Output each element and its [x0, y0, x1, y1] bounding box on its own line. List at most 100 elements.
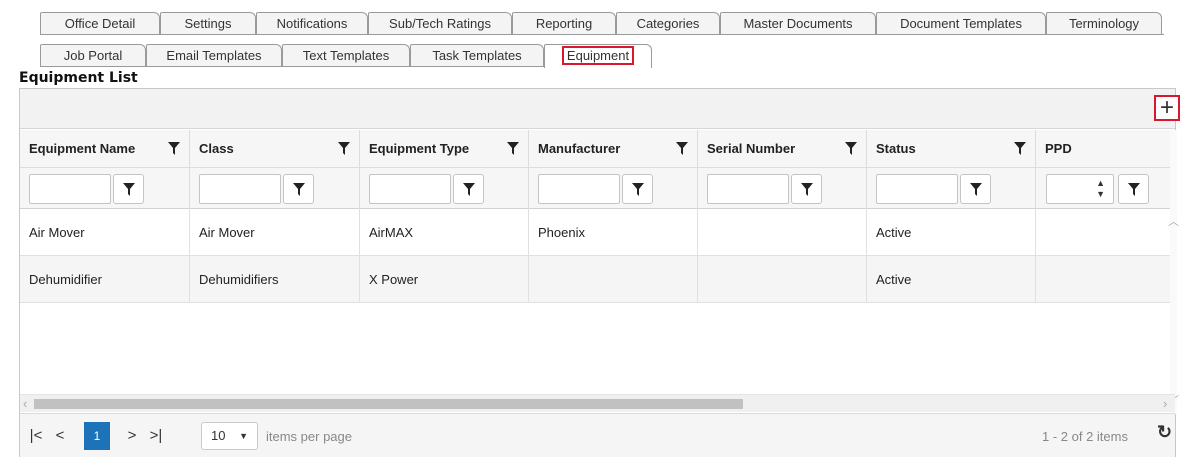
- tab-reporting[interactable]: Reporting: [512, 12, 616, 34]
- tab-sub-tech-ratings[interactable]: Sub/Tech Ratings: [368, 12, 512, 34]
- table-row[interactable]: Dehumidifier Dehumidifiers X Power Activ…: [20, 256, 1170, 303]
- pager-buttons: |< < 1 > >|: [24, 422, 172, 450]
- column-header-label: PPD: [1045, 141, 1072, 156]
- grid-header-row: Equipment Name Class Equipment Type Manu…: [20, 130, 1170, 168]
- tab-label: Email Templates: [166, 48, 262, 63]
- cell-class: Dehumidifiers: [190, 256, 360, 303]
- filter-button[interactable]: [283, 174, 314, 204]
- tab-divider: [40, 66, 544, 67]
- scroll-left-icon[interactable]: ‹: [23, 396, 27, 411]
- filter-input[interactable]: [199, 174, 281, 204]
- next-page-icon[interactable]: >: [120, 422, 144, 450]
- refresh-icon[interactable]: ↻: [1157, 422, 1172, 443]
- column-filter-icon[interactable]: [338, 142, 350, 155]
- tab-categories[interactable]: Categories: [616, 12, 720, 34]
- tab-master-documents[interactable]: Master Documents: [720, 12, 876, 34]
- tab-label: Settings: [184, 16, 232, 31]
- filter-icon: [1128, 183, 1140, 196]
- tab-settings[interactable]: Settings: [160, 12, 256, 34]
- filter-input[interactable]: [876, 174, 958, 204]
- column-header-label: Equipment Name: [29, 141, 136, 156]
- cell-serial-number: [698, 209, 867, 256]
- tab-job-portal[interactable]: Job Portal: [40, 44, 146, 66]
- tab-office-detail[interactable]: Office Detail: [40, 12, 160, 34]
- page-size-value: 10: [211, 428, 226, 443]
- page-number-button[interactable]: 1: [84, 422, 110, 450]
- column-header-label: Status: [876, 141, 916, 156]
- column-header-equipment-name[interactable]: Equipment Name: [20, 130, 190, 168]
- filter-cell: [190, 168, 360, 209]
- filter-input[interactable]: [29, 174, 111, 204]
- tab-label: Document Templates: [900, 16, 1022, 31]
- filter-icon: [632, 183, 644, 196]
- first-page-icon[interactable]: |<: [24, 422, 48, 450]
- cell-class: Air Mover: [190, 209, 360, 256]
- tab-label: Master Documents: [743, 16, 853, 31]
- filter-icon: [801, 183, 813, 196]
- filter-button[interactable]: [453, 174, 484, 204]
- tab-email-templates[interactable]: Email Templates: [146, 44, 282, 66]
- tab-notifications[interactable]: Notifications: [256, 12, 368, 34]
- ppd-numeric-filter[interactable]: ▲ ▼: [1046, 174, 1114, 204]
- filter-icon: [970, 183, 982, 196]
- horizontal-scroll-thumb[interactable]: [34, 399, 743, 409]
- column-filter-icon[interactable]: [1014, 142, 1026, 155]
- filter-cell: [20, 168, 190, 209]
- cell-serial-number: [698, 256, 867, 303]
- scroll-up-icon[interactable]: ︿: [1168, 213, 1179, 229]
- tab-label: Task Templates: [432, 48, 522, 63]
- column-filter-icon[interactable]: [507, 142, 519, 155]
- tab-label: Office Detail: [64, 16, 136, 31]
- cell-manufacturer: [529, 256, 698, 303]
- table-row[interactable]: Air Mover Air Mover AirMAX Phoenix Activ…: [20, 209, 1170, 256]
- column-header-manufacturer[interactable]: Manufacturer: [529, 130, 698, 168]
- items-count-label: 1 - 2 of 2 items: [1042, 429, 1128, 444]
- filter-button[interactable]: [960, 174, 991, 204]
- column-header-label: Class: [199, 141, 234, 156]
- column-header-status[interactable]: Status: [867, 130, 1036, 168]
- column-filter-icon[interactable]: [845, 142, 857, 155]
- column-header-label: Manufacturer: [538, 141, 621, 156]
- column-filter-icon[interactable]: [676, 142, 688, 155]
- spinner-arrows-icon[interactable]: ▲ ▼: [1096, 178, 1105, 200]
- column-header-equipment-type[interactable]: Equipment Type: [360, 130, 529, 168]
- column-header-serial-number[interactable]: Serial Number: [698, 130, 867, 168]
- column-header-label: Equipment Type: [369, 141, 470, 156]
- filter-cell: [867, 168, 1036, 209]
- filter-icon: [123, 183, 135, 196]
- filter-button[interactable]: [791, 174, 822, 204]
- tab-text-templates[interactable]: Text Templates: [282, 44, 410, 66]
- tab-document-templates[interactable]: Document Templates: [876, 12, 1046, 34]
- tab-terminology[interactable]: Terminology: [1046, 12, 1162, 34]
- scroll-right-icon[interactable]: ›: [1163, 396, 1167, 411]
- grid-body: Air Mover Air Mover AirMAX Phoenix Activ…: [20, 209, 1170, 394]
- cell-manufacturer: Phoenix: [529, 209, 698, 256]
- cell-ppd: [1036, 209, 1170, 256]
- previous-page-icon[interactable]: <: [48, 422, 72, 450]
- column-header-class[interactable]: Class: [190, 130, 360, 168]
- items-per-page-label: items per page: [266, 429, 352, 444]
- filter-button[interactable]: [113, 174, 144, 204]
- add-equipment-button[interactable]: +: [1154, 95, 1180, 121]
- cell-equipment-type: AirMAX: [360, 209, 529, 256]
- tab-task-templates[interactable]: Task Templates: [410, 44, 544, 66]
- filter-button[interactable]: [622, 174, 653, 204]
- page-size-select[interactable]: 10 ▼: [201, 422, 258, 450]
- filter-input[interactable]: [538, 174, 620, 204]
- filter-input[interactable]: [369, 174, 451, 204]
- tab-label: Categories: [636, 16, 700, 31]
- column-filter-icon[interactable]: [168, 142, 180, 155]
- filter-cell: [698, 168, 867, 209]
- horizontal-scrollbar[interactable]: ‹ ›: [20, 394, 1175, 412]
- plus-icon: +: [1159, 94, 1174, 121]
- grid-toolbar: +: [20, 89, 1180, 129]
- tab-label: Sub/Tech Ratings: [389, 16, 491, 31]
- last-page-icon[interactable]: >|: [144, 422, 168, 450]
- filter-button[interactable]: [1118, 174, 1149, 204]
- page-title: Equipment List: [19, 70, 138, 86]
- column-header-ppd[interactable]: PPD: [1036, 130, 1170, 168]
- vertical-scrollbar[interactable]: ︿ ﹀: [1168, 130, 1179, 414]
- tab-equipment[interactable]: Equipment: [544, 44, 652, 68]
- tab-label: Text Templates: [302, 48, 390, 63]
- filter-input[interactable]: [707, 174, 789, 204]
